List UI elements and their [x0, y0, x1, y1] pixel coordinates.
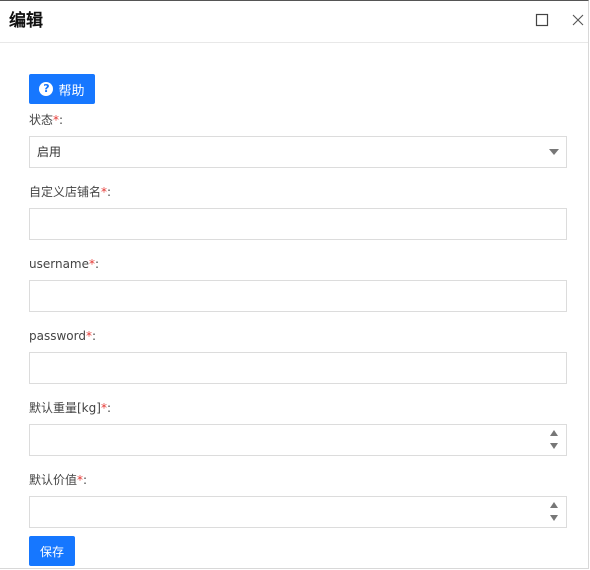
default-value-field [29, 496, 567, 528]
chevron-down-icon [549, 149, 559, 155]
default-value-input[interactable] [30, 497, 550, 527]
default-value-stepper [550, 502, 560, 522]
edit-dialog: 编辑 ? 帮助 状态*: 启用 自定义店铺名*: username*: pass… [0, 0, 589, 569]
stepper-down-icon[interactable] [550, 515, 558, 521]
default-value-label-text: 默认价值 [29, 473, 78, 487]
label-colon: : [107, 185, 112, 199]
label-colon: : [95, 257, 100, 271]
username-field [29, 280, 567, 312]
close-button[interactable] [571, 13, 587, 29]
dialog-title: 编辑 [9, 11, 43, 31]
shop-name-label: 自定义店铺名*: [29, 184, 111, 200]
maximize-button[interactable] [535, 13, 551, 29]
stepper-up-icon[interactable] [550, 430, 558, 436]
maximize-icon [535, 13, 549, 27]
status-select-value: 启用 [37, 145, 62, 159]
dialog-titlebar: 编辑 [0, 1, 588, 43]
default-weight-label-text: 默认重量[kg] [29, 401, 101, 415]
label-colon: : [91, 329, 97, 343]
password-label: password*: [29, 328, 96, 344]
shop-name-input[interactable] [30, 209, 566, 239]
password-input[interactable] [30, 353, 566, 383]
password-label-text: password [29, 329, 86, 343]
stepper-down-icon[interactable] [550, 443, 558, 449]
close-icon [572, 14, 584, 26]
status-label: 状态*: [29, 112, 63, 128]
default-value-label: 默认价值*: [29, 472, 87, 488]
label-colon: : [83, 473, 88, 487]
shop-name-label-text: 自定义店铺名 [29, 185, 102, 199]
shop-name-field [29, 208, 567, 240]
default-weight-label: 默认重量[kg]*: [29, 400, 111, 416]
username-label: username*: [29, 256, 99, 272]
default-weight-field [29, 424, 567, 456]
label-colon: : [106, 401, 111, 415]
status-label-text: 状态 [29, 113, 54, 127]
username-input[interactable] [30, 281, 566, 311]
default-weight-input[interactable] [30, 425, 550, 455]
question-circle-icon: ? [39, 82, 54, 96]
label-colon: : [59, 113, 64, 127]
username-label-text: username [29, 257, 89, 271]
password-field [29, 352, 567, 384]
default-weight-stepper [550, 430, 560, 450]
help-button-label: 帮助 [58, 83, 85, 99]
status-select[interactable]: 启用 [29, 136, 567, 168]
save-button[interactable]: 保存 [29, 536, 75, 566]
help-button[interactable]: ? 帮助 [29, 74, 95, 104]
stepper-up-icon[interactable] [550, 502, 558, 508]
